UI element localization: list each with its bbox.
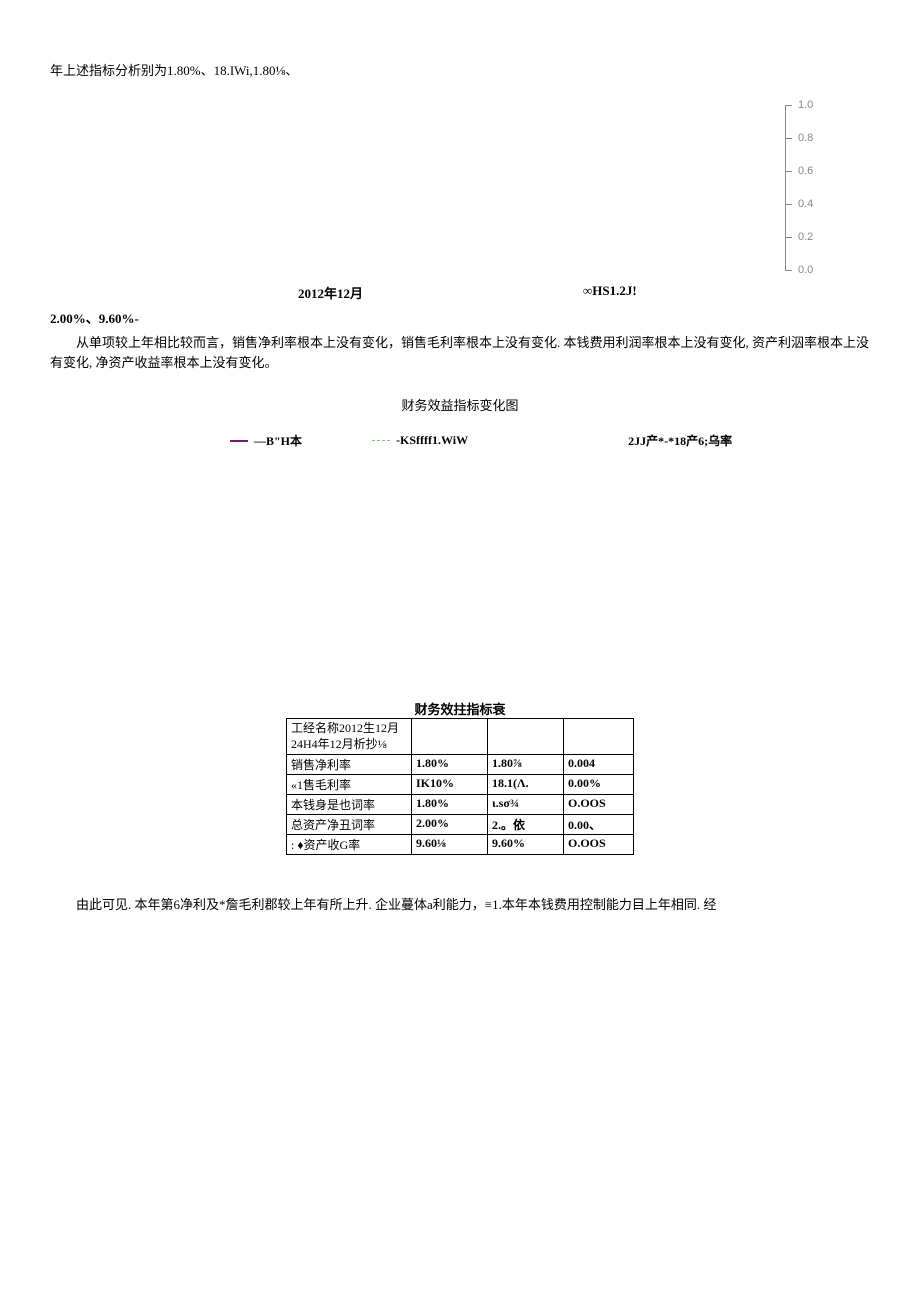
table-cell: 2.。依 (488, 814, 564, 834)
indicator-name: : ♦资产收G率 (287, 834, 412, 854)
table-header-row: 工经名称2012生12月24H4年12月析抄⅛ (287, 719, 634, 754)
table-cell: 1.80% (412, 794, 488, 814)
x-category-1: 2012年12月 (298, 283, 363, 302)
table-header-cell: 工经名称2012生12月24H4年12月析抄⅛ (287, 719, 412, 754)
table-row: 本钱身是也词率 1.80% ι.sσ¾ O.OOS (287, 794, 634, 814)
table-cell: ι.sσ¾ (488, 794, 564, 814)
table-header-cell (412, 719, 488, 754)
analysis-paragraph-1: 从单项较上年相比较而言，销售净利率根本上没有变化，销售毛利率根本上没有变化. 本… (50, 333, 870, 373)
table-cell: O.OOS (564, 794, 634, 814)
table-cell: 0.00、 (564, 814, 634, 834)
table-title: 财务效拄指标衰 (50, 699, 870, 718)
legend-item-1: —B"H本 (230, 432, 302, 449)
table-row: : ♦资产收G率 9.60⅛ 9.60% O.OOS (287, 834, 634, 854)
table-cell: 0.004 (564, 754, 634, 774)
intro-line-2: 2.00%、9.60%- (50, 308, 870, 327)
table-row: 总资产净丑词率 2.00% 2.。依 0.00、 (287, 814, 634, 834)
table-header-cell (564, 719, 634, 754)
table-cell: 2.00% (412, 814, 488, 834)
axis-tick-label: 0.6 (798, 165, 813, 177)
chart-right-axis: 1.0 0.8 0.6 0.4 0.2 0.0 (785, 105, 835, 271)
axis-tick-label: 0.4 (798, 198, 813, 210)
table-cell: IK10% (412, 774, 488, 794)
indicator-name: 本钱身是也词率 (287, 794, 412, 814)
table-cell: 9.60⅛ (412, 834, 488, 854)
axis-tick-label: 0.0 (798, 264, 813, 276)
x-category-2: ∞HS1.2J! (583, 283, 637, 299)
indicator-name: «1售毛利率 (287, 774, 412, 794)
axis-tick-label: 0.2 (798, 231, 813, 243)
indicator-name: 销售净利率 (287, 754, 412, 774)
legend-swatch-icon (372, 440, 390, 441)
table-row: 销售净利率 1.80% 1.80⅞ 0.004 (287, 754, 634, 774)
legend-label: -KSffff1.WiW (396, 433, 468, 448)
table-cell: 18.1(Λ. (488, 774, 564, 794)
financial-indicators-table: 工经名称2012生12月24H4年12月析抄⅛ 销售净利率 1.80% 1.80… (286, 718, 634, 854)
table-cell: 0.00% (564, 774, 634, 794)
legend-swatch-icon (230, 440, 248, 442)
table-row: «1售毛利率 IK10% 18.1(Λ. 0.00% (287, 774, 634, 794)
intro-line-1: 年上述指标分析别为1.80%、18.IWi,1.80⅛、 (50, 60, 870, 79)
table-cell: 9.60% (488, 834, 564, 854)
table-header-cell (488, 719, 564, 754)
table-cell: O.OOS (564, 834, 634, 854)
legend-label: —B"H本 (254, 432, 302, 449)
legend-item-2: -KSffff1.WiW (372, 432, 468, 449)
axis-tick-label: 1.0 (798, 99, 813, 111)
legend-label: 2JJ产*-*18产6;乌率 (628, 432, 732, 449)
indicator-name: 总资产净丑词率 (287, 814, 412, 834)
axis-tick-label: 0.8 (798, 132, 813, 144)
chart-title: 财务效益指标变化图 (50, 395, 870, 414)
table-cell: 1.80% (412, 754, 488, 774)
table-cell: 1.80⅞ (488, 754, 564, 774)
legend-item-3: 2JJ产*-*18产6;乌率 (628, 432, 732, 449)
conclusion-paragraph: 由此可见. 本年第6净利及*詹毛利郡较上年有所上升. 企业蔓体a利能力，≡1.本… (50, 895, 870, 915)
chart-legend: —B"H本 -KSffff1.WiW 2JJ产*-*18产6;乌率 (50, 432, 870, 449)
